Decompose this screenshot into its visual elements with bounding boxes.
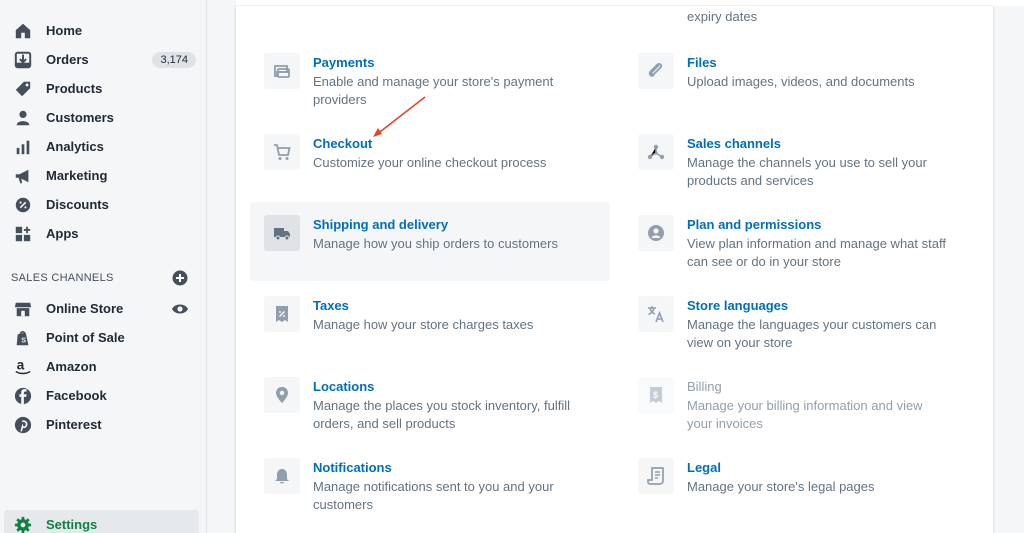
pinterest-icon bbox=[13, 415, 33, 435]
sidebar-item-label: Pinterest bbox=[46, 417, 102, 432]
setting-title: Billing bbox=[687, 379, 722, 394]
megaphone-icon bbox=[13, 166, 33, 186]
payments-icon bbox=[264, 53, 300, 89]
taxes-icon bbox=[264, 296, 300, 332]
partial-setting-desc: expiry dates bbox=[687, 9, 758, 24]
sidebar-item-label: Orders bbox=[46, 52, 89, 67]
orders-icon bbox=[13, 50, 33, 70]
bell-icon bbox=[264, 458, 300, 494]
svg-text:S: S bbox=[21, 335, 26, 344]
add-circle-icon[interactable] bbox=[172, 270, 188, 286]
user-circle-icon bbox=[638, 215, 674, 251]
sidebar-item-label: Marketing bbox=[46, 168, 108, 183]
sidebar-item-products[interactable]: Products bbox=[0, 74, 207, 103]
setting-title: Locations bbox=[313, 379, 375, 394]
gear-icon bbox=[13, 515, 33, 533]
setting-checkout[interactable]: Checkout Customize your online checkout … bbox=[250, 121, 610, 200]
sidebar-item-home[interactable]: Home bbox=[0, 16, 207, 45]
discount-icon bbox=[13, 195, 33, 215]
sidebar-item-label: Amazon bbox=[46, 359, 97, 374]
sidebar-item-orders[interactable]: Orders 3,174 bbox=[0, 45, 207, 74]
sidebar-item-facebook[interactable]: Facebook bbox=[0, 381, 207, 410]
home-icon bbox=[13, 21, 33, 41]
setting-title: Checkout bbox=[313, 136, 373, 151]
sidebar-item-discounts[interactable]: Discounts bbox=[0, 190, 207, 219]
setting-desc: Manage notifications sent to you and you… bbox=[313, 479, 554, 512]
location-icon bbox=[264, 377, 300, 413]
setting-title: Plan and permissions bbox=[687, 217, 822, 232]
setting-title: Legal bbox=[687, 460, 721, 475]
sidebar: Home Orders 3,174 Products Customers Ana… bbox=[0, 0, 207, 533]
setting-desc: Manage your store's legal pages bbox=[687, 479, 875, 494]
sidebar-item-label: Analytics bbox=[46, 139, 104, 154]
setting-desc: Manage how your store charges taxes bbox=[313, 317, 534, 332]
setting-payments[interactable]: Payments Enable and manage your store's … bbox=[250, 40, 610, 119]
setting-desc: Upload images, videos, and documents bbox=[687, 74, 915, 89]
setting-plan-permissions[interactable]: Plan and permissions View plan informati… bbox=[624, 202, 984, 281]
sidebar-item-pinterest[interactable]: Pinterest bbox=[0, 410, 207, 439]
setting-title: Notifications bbox=[313, 460, 392, 475]
sidebar-item-label: Home bbox=[46, 23, 83, 38]
setting-desc: Manage how you ship orders to customers bbox=[313, 236, 558, 251]
orders-count-badge: 3,174 bbox=[152, 51, 196, 68]
tag-icon bbox=[13, 79, 33, 99]
setting-desc: Manage your billing information and view… bbox=[687, 398, 923, 431]
setting-notifications[interactable]: Notifications Manage notifications sent … bbox=[250, 445, 610, 524]
setting-title: Store languages bbox=[687, 298, 789, 313]
translate-icon bbox=[638, 296, 674, 332]
setting-title: Files bbox=[687, 55, 717, 70]
sidebar-item-label: Apps bbox=[46, 226, 79, 241]
setting-locations[interactable]: Locations Manage the places you stock in… bbox=[250, 364, 610, 443]
sidebar-item-settings[interactable]: Settings bbox=[4, 510, 199, 533]
sidebar-item-label: Discounts bbox=[46, 197, 109, 212]
truck-icon bbox=[264, 215, 300, 251]
setting-title: Shipping and delivery bbox=[313, 217, 449, 232]
eye-icon[interactable] bbox=[171, 302, 189, 316]
store-icon bbox=[13, 299, 33, 319]
apps-icon bbox=[13, 224, 33, 244]
setting-legal[interactable]: Legal Manage your store's legal pages bbox=[624, 445, 984, 524]
sidebar-item-label: Products bbox=[46, 81, 103, 96]
legal-icon bbox=[638, 458, 674, 494]
setting-desc: Customize your online checkout process bbox=[313, 155, 547, 170]
sidebar-item-label: Online Store bbox=[46, 301, 124, 316]
svg-text:$: $ bbox=[653, 390, 658, 400]
sidebar-item-customers[interactable]: Customers bbox=[0, 103, 207, 132]
setting-sales-channels[interactable]: Sales channels Manage the channels you u… bbox=[624, 121, 984, 200]
setting-desc: View plan information and manage what st… bbox=[687, 236, 946, 269]
svg-text:a: a bbox=[17, 358, 25, 373]
setting-desc: Manage the channels you use to sell your… bbox=[687, 155, 927, 188]
sidebar-item-apps[interactable]: Apps bbox=[0, 219, 207, 248]
facebook-icon bbox=[13, 386, 33, 406]
person-icon bbox=[13, 108, 33, 128]
sidebar-item-label: Point of Sale bbox=[46, 330, 125, 345]
setting-taxes[interactable]: Taxes Manage how your store charges taxe… bbox=[250, 283, 610, 362]
sidebar-item-label: Settings bbox=[46, 517, 98, 532]
setting-billing[interactable]: $ Billing Manage your billing informatio… bbox=[624, 364, 984, 443]
sidebar-item-label: Facebook bbox=[46, 388, 107, 403]
sidebar-item-marketing[interactable]: Marketing bbox=[0, 161, 207, 190]
setting-title: Taxes bbox=[313, 298, 349, 313]
shopping-bag-icon: S bbox=[13, 328, 33, 348]
setting-title: Sales channels bbox=[687, 136, 781, 151]
setting-desc: Enable and manage your store's payment p… bbox=[313, 74, 554, 107]
amazon-icon: a bbox=[13, 357, 33, 377]
sidebar-item-point-of-sale[interactable]: S Point of Sale bbox=[0, 323, 207, 352]
setting-store-languages[interactable]: Store languages Manage the languages you… bbox=[624, 283, 984, 362]
sidebar-item-online-store[interactable]: Online Store bbox=[0, 294, 207, 323]
setting-shipping-delivery[interactable]: Shipping and delivery Manage how you shi… bbox=[250, 202, 610, 281]
cart-icon bbox=[264, 134, 300, 170]
bar-chart-icon bbox=[13, 137, 33, 157]
setting-title: Payments bbox=[313, 55, 375, 70]
sidebar-item-analytics[interactable]: Analytics bbox=[0, 132, 207, 161]
sidebar-item-label: Customers bbox=[46, 110, 114, 125]
channels-icon bbox=[638, 134, 674, 170]
setting-desc: Manage the places you stock inventory, f… bbox=[313, 398, 571, 431]
paperclip-icon bbox=[638, 53, 674, 89]
billing-icon: $ bbox=[638, 377, 674, 413]
setting-files[interactable]: Files Upload images, videos, and documen… bbox=[624, 40, 984, 119]
setting-desc: Manage the languages your customers can … bbox=[687, 317, 937, 350]
sidebar-item-amazon[interactable]: a Amazon bbox=[0, 352, 207, 381]
sales-channels-heading: SALES CHANNELS bbox=[11, 272, 114, 284]
